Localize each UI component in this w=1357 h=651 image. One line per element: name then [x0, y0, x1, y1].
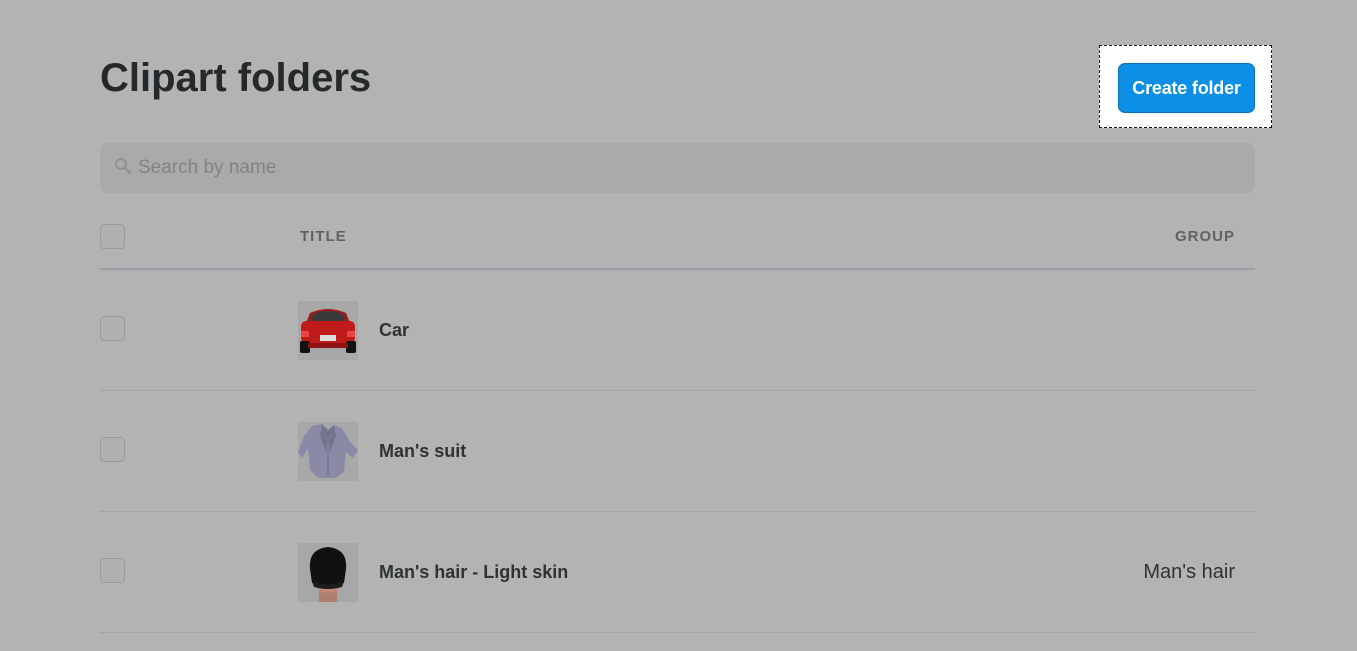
create-folder-highlight: Create folder [1099, 45, 1272, 128]
row-checkbox[interactable] [100, 316, 125, 341]
search-icon [115, 158, 132, 175]
car-thumbnail [298, 301, 358, 360]
page-title: Clipart folders [100, 56, 372, 100]
row-title: Man's hair - Light skin [379, 562, 569, 582]
column-header-group[interactable]: GROUP [1175, 228, 1235, 245]
hair-thumbnail [298, 543, 358, 602]
page: Clipart folders Create folder TITLE GROU… [0, 0, 1357, 651]
column-header-title[interactable]: TITLE [300, 228, 347, 245]
suit-thumbnail [298, 422, 358, 481]
row-group: Man's hair [1143, 561, 1235, 583]
car-image [298, 301, 358, 360]
hair-image [298, 543, 358, 602]
row-title: Man's suit [379, 441, 467, 461]
table-row[interactable]: Car [100, 270, 1255, 391]
row-checkbox[interactable] [100, 558, 125, 583]
create-folder-button[interactable]: Create folder [1118, 63, 1255, 113]
row-checkbox[interactable] [100, 437, 125, 462]
search-input[interactable] [138, 143, 1238, 193]
row-title: Car [379, 320, 410, 340]
select-all-checkbox[interactable] [100, 224, 125, 249]
search-box[interactable] [100, 143, 1255, 193]
table-header: TITLE GROUP [100, 210, 1255, 270]
table-row[interactable]: Man's suit [100, 391, 1255, 512]
table-row[interactable]: Man's hair - Light skin Man's hair [100, 512, 1255, 633]
suit-image [298, 422, 358, 481]
